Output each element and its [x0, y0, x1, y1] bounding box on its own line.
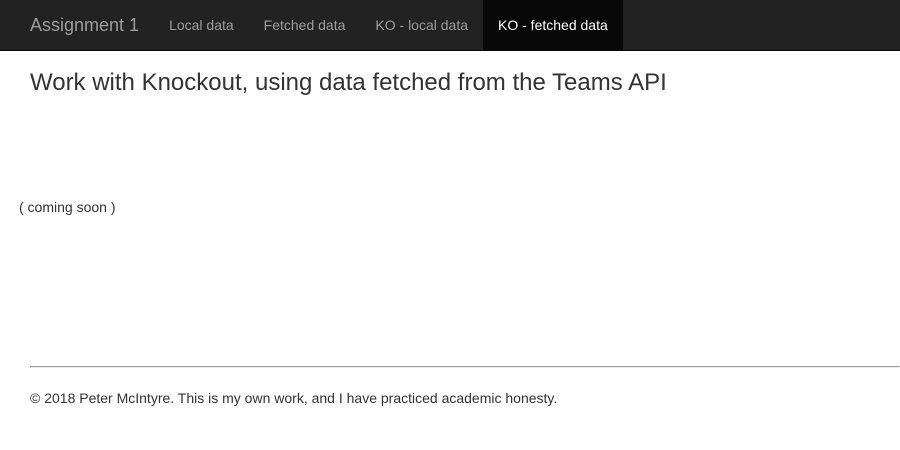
top-navbar: Assignment 1 Local data Fetched data KO …: [0, 0, 900, 51]
footer-text: © 2018 Peter McIntyre. This is my own wo…: [30, 390, 558, 406]
nav-item-ko-fetched-data[interactable]: KO - fetched data: [483, 0, 623, 50]
navbar-menu: Local data Fetched data KO - local data …: [154, 0, 623, 50]
footer-divider: [30, 366, 900, 368]
navbar-brand[interactable]: Assignment 1: [0, 0, 154, 50]
nav-item-fetched-data[interactable]: Fetched data: [249, 0, 361, 50]
nav-item-ko-local-data[interactable]: KO - local data: [360, 0, 483, 50]
coming-soon-text: ( coming soon ): [19, 199, 116, 215]
nav-item-local-data[interactable]: Local data: [154, 0, 249, 50]
page-title: Work with Knockout, using data fetched f…: [30, 69, 667, 96]
